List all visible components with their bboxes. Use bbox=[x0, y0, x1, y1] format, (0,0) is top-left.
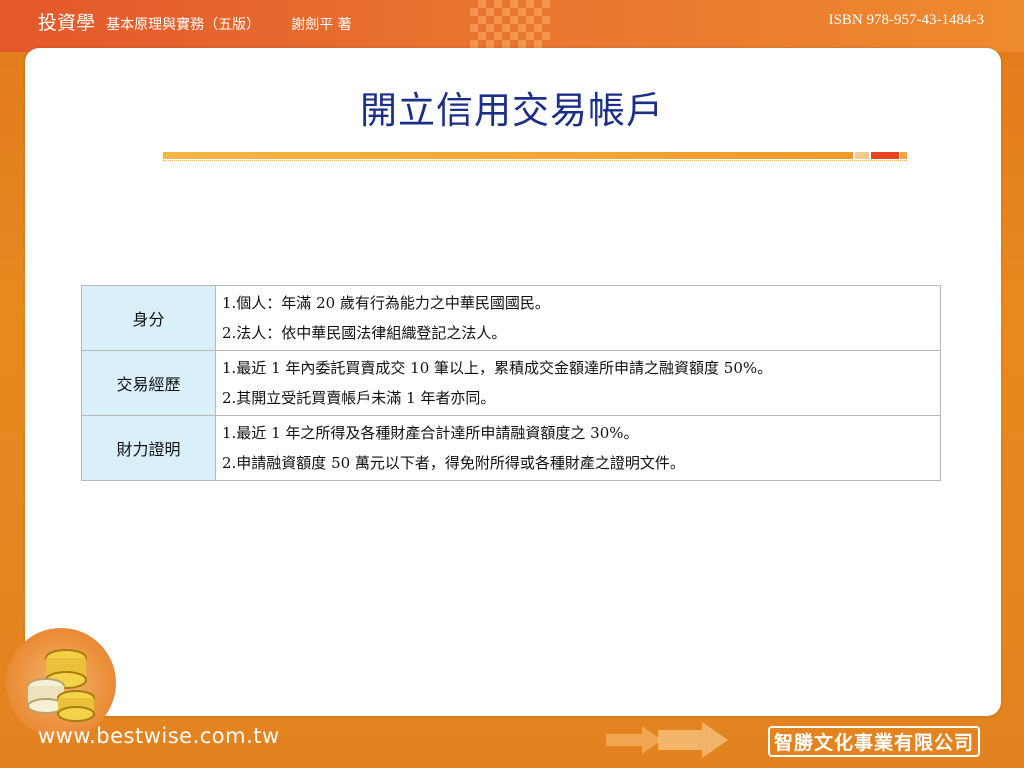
row-label: 身分 bbox=[81, 285, 216, 351]
header-title: 投資學 基本原理與實務（五版） 謝劍平 著 bbox=[38, 8, 352, 35]
row-line: 1.個人：年滿 20 歲有行為能力之中華民國國民。 bbox=[222, 294, 550, 312]
requirements-table: 身分 1.個人：年滿 20 歲有行為能力之中華民國國民。 2.法人：依中華民國法… bbox=[81, 285, 941, 481]
header-checker-pattern bbox=[470, 0, 550, 50]
row-content: 1.最近 1 年內委託買賣成交 10 筆以上，累積成交金額達所申請之融資額度 5… bbox=[215, 350, 941, 416]
book-subtitle: 基本原理與實務（五版） bbox=[106, 17, 261, 33]
table-row: 交易經歷 1.最近 1 年內委託買賣成交 10 筆以上，累積成交金額達所申請之融… bbox=[81, 350, 941, 416]
row-line: 2.法人：依中華民國法律組織登記之法人。 bbox=[222, 324, 507, 342]
row-line: 2.其開立受託買賣帳戶未滿 1 年者亦同。 bbox=[222, 389, 496, 407]
title-dotted-rule bbox=[163, 160, 907, 162]
isbn-label: ISBN 978-957-43-1484-3 bbox=[828, 12, 984, 28]
row-content: 1.最近 1 年之所得及各種財產合計達所申請融資額度之 30%。 2.申請融資額… bbox=[215, 415, 941, 481]
slide-title: 開立信用交易帳戶 bbox=[360, 89, 664, 132]
row-line: 2.申請融資額度 50 萬元以下者，得免附所得或各種財產之證明文件。 bbox=[222, 454, 685, 472]
row-line: 1.最近 1 年內委託買賣成交 10 筆以上，累積成交金額達所申請之融資額度 5… bbox=[222, 359, 773, 377]
arrow-icon bbox=[606, 720, 736, 764]
title-underline-accent bbox=[855, 152, 869, 159]
title-underline bbox=[163, 152, 853, 159]
book-title: 投資學 bbox=[38, 12, 96, 34]
row-label: 交易經歷 bbox=[81, 350, 216, 416]
title-underline-accent bbox=[871, 152, 899, 159]
company-logo-text: 智勝文化事業有限公司 bbox=[767, 726, 980, 757]
row-label: 財力證明 bbox=[81, 415, 216, 481]
title-underline-accent bbox=[900, 152, 907, 159]
book-author: 謝劍平 著 bbox=[291, 17, 352, 33]
table-row: 身分 1.個人：年滿 20 歲有行為能力之中華民國國民。 2.法人：依中華民國法… bbox=[81, 285, 941, 351]
row-content: 1.個人：年滿 20 歲有行為能力之中華民國國民。 2.法人：依中華民國法律組織… bbox=[215, 285, 941, 351]
table-row: 財力證明 1.最近 1 年之所得及各種財產合計達所申請融資額度之 30%。 2.… bbox=[81, 415, 941, 481]
coins-icon bbox=[6, 628, 116, 738]
website-url: www.bestwise.com.tw bbox=[38, 724, 280, 748]
row-line: 1.最近 1 年之所得及各種財產合計達所申請融資額度之 30%。 bbox=[222, 424, 639, 442]
